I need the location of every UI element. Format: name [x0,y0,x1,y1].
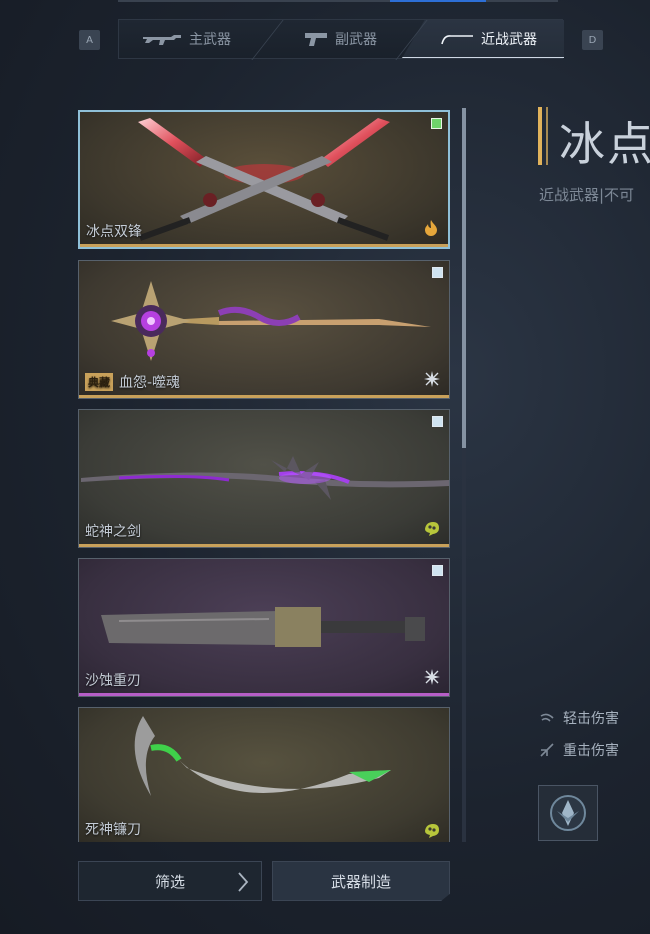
weapon-list: 冰点双锋 典藏 血怨-噬魂 蛇神之剑 沙蚀重刃 死神镰刀 [78,110,451,842]
weapon-name-label: 沙蚀重刃 [85,673,141,689]
weapon-name-label: 蛇神之剑 [85,524,141,540]
selection-checkbox[interactable] [431,118,442,129]
burst-icon [424,669,440,685]
weapon-emblem[interactable] [538,785,598,841]
weapon-name: 死神镰刀 [85,819,141,839]
weapon-craft-button-label: 武器制造 [330,872,391,891]
weapon-detail-title: 冰点 [559,117,650,171]
weapon-name: 冰点双锋 [86,221,142,241]
element-emblem-icon [550,795,586,831]
tab-melee-weapon[interactable]: 近战武器 [441,20,537,58]
weapon-name: 沙蚀重刃 [85,670,141,690]
heavy-attack-damage[interactable]: 重击伤害 [539,740,619,760]
weapon-card-ice-point-dual-blades[interactable]: 冰点双锋 [78,110,450,249]
toxic-icon [425,522,439,536]
tab-label: 主武器 [189,32,231,48]
rarity-bar [79,544,449,547]
light-attack-damage[interactable]: 轻击伤害 [539,708,619,728]
rifle-icon [143,35,181,45]
weapon-card-snake-god-sword[interactable]: 蛇神之剑 [78,409,450,548]
key-hint-left[interactable]: A [79,30,100,50]
blade-icon [441,35,473,45]
weapon-craft-button[interactable]: 武器制造 [272,861,450,901]
weapon-name-label: 冰点双锋 [86,224,142,240]
rarity-bar [79,693,449,696]
title-accent-bar-thin [546,107,548,165]
weapon-card-blood-grudge[interactable]: 典藏 血怨-噬魂 [78,260,450,399]
weapon-detail-subtitle: 近战武器|不可 [539,186,635,204]
weapon-card-sand-erosion-blade[interactable]: 沙蚀重刃 [78,558,450,697]
tab-label: 副武器 [335,32,377,48]
weapon-name: 典藏 血怨-噬魂 [85,372,180,392]
key-hint-right[interactable]: D [582,30,603,50]
top-strip-accent [390,0,486,2]
title-accent-bar [538,107,542,165]
weapon-name: 蛇神之剑 [85,521,141,541]
weapon-name-label: 血怨-噬魂 [119,375,181,391]
top-strip [118,0,558,2]
tab-label: 近战武器 [481,32,537,48]
chevron-right-icon [238,872,249,892]
collection-tag: 典藏 [85,373,113,391]
heavy-attack-label: 重击伤害 [563,743,619,759]
tab-divider [251,20,284,60]
rarity-bar [79,395,449,398]
weapon-card-reaper-scythe[interactable]: 死神镰刀 [78,707,450,842]
weapon-category-tabs: 主武器 副武器 近战武器 [118,19,564,60]
selection-checkbox[interactable] [432,267,443,278]
filter-button[interactable]: 筛选 [78,861,262,901]
tab-secondary-weapon[interactable]: 副武器 [305,20,377,58]
toxic-icon [425,824,439,838]
pistol-icon [305,33,327,46]
light-attack-icon [540,713,554,722]
burst-icon [424,371,440,387]
selection-checkbox[interactable] [432,565,443,576]
fire-icon [425,220,437,236]
weapon-name-label: 死神镰刀 [85,822,141,838]
light-attack-label: 轻击伤害 [563,711,619,727]
list-scrollbar-thumb[interactable] [462,108,466,448]
tab-primary-weapon[interactable]: 主武器 [143,20,231,58]
rarity-bar [80,244,448,247]
heavy-attack-icon [540,743,554,757]
selection-checkbox[interactable] [432,416,443,427]
filter-button-label: 筛选 [154,872,185,891]
